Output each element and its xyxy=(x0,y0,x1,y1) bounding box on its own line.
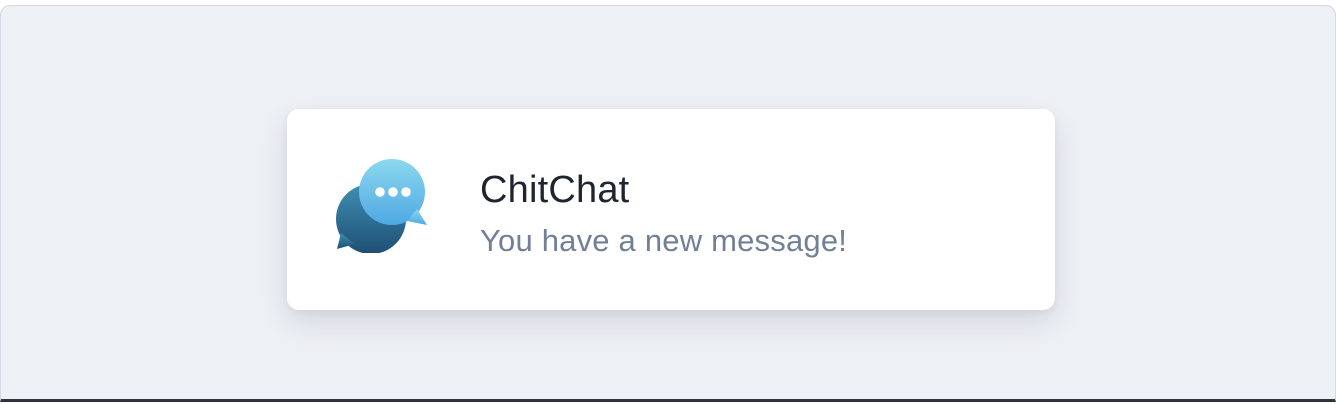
typing-dot xyxy=(375,187,385,197)
notification-title: ChitChat xyxy=(480,169,630,211)
front-bubble xyxy=(359,159,427,225)
notification-message: You have a new message! xyxy=(480,223,848,258)
typing-dot xyxy=(401,187,411,197)
typing-dot xyxy=(388,187,398,197)
chat-bubbles-icon xyxy=(335,157,431,254)
app-frame: ChitChat You have a new message! xyxy=(0,5,1336,402)
notification-card[interactable]: ChitChat You have a new message! xyxy=(287,109,1055,310)
